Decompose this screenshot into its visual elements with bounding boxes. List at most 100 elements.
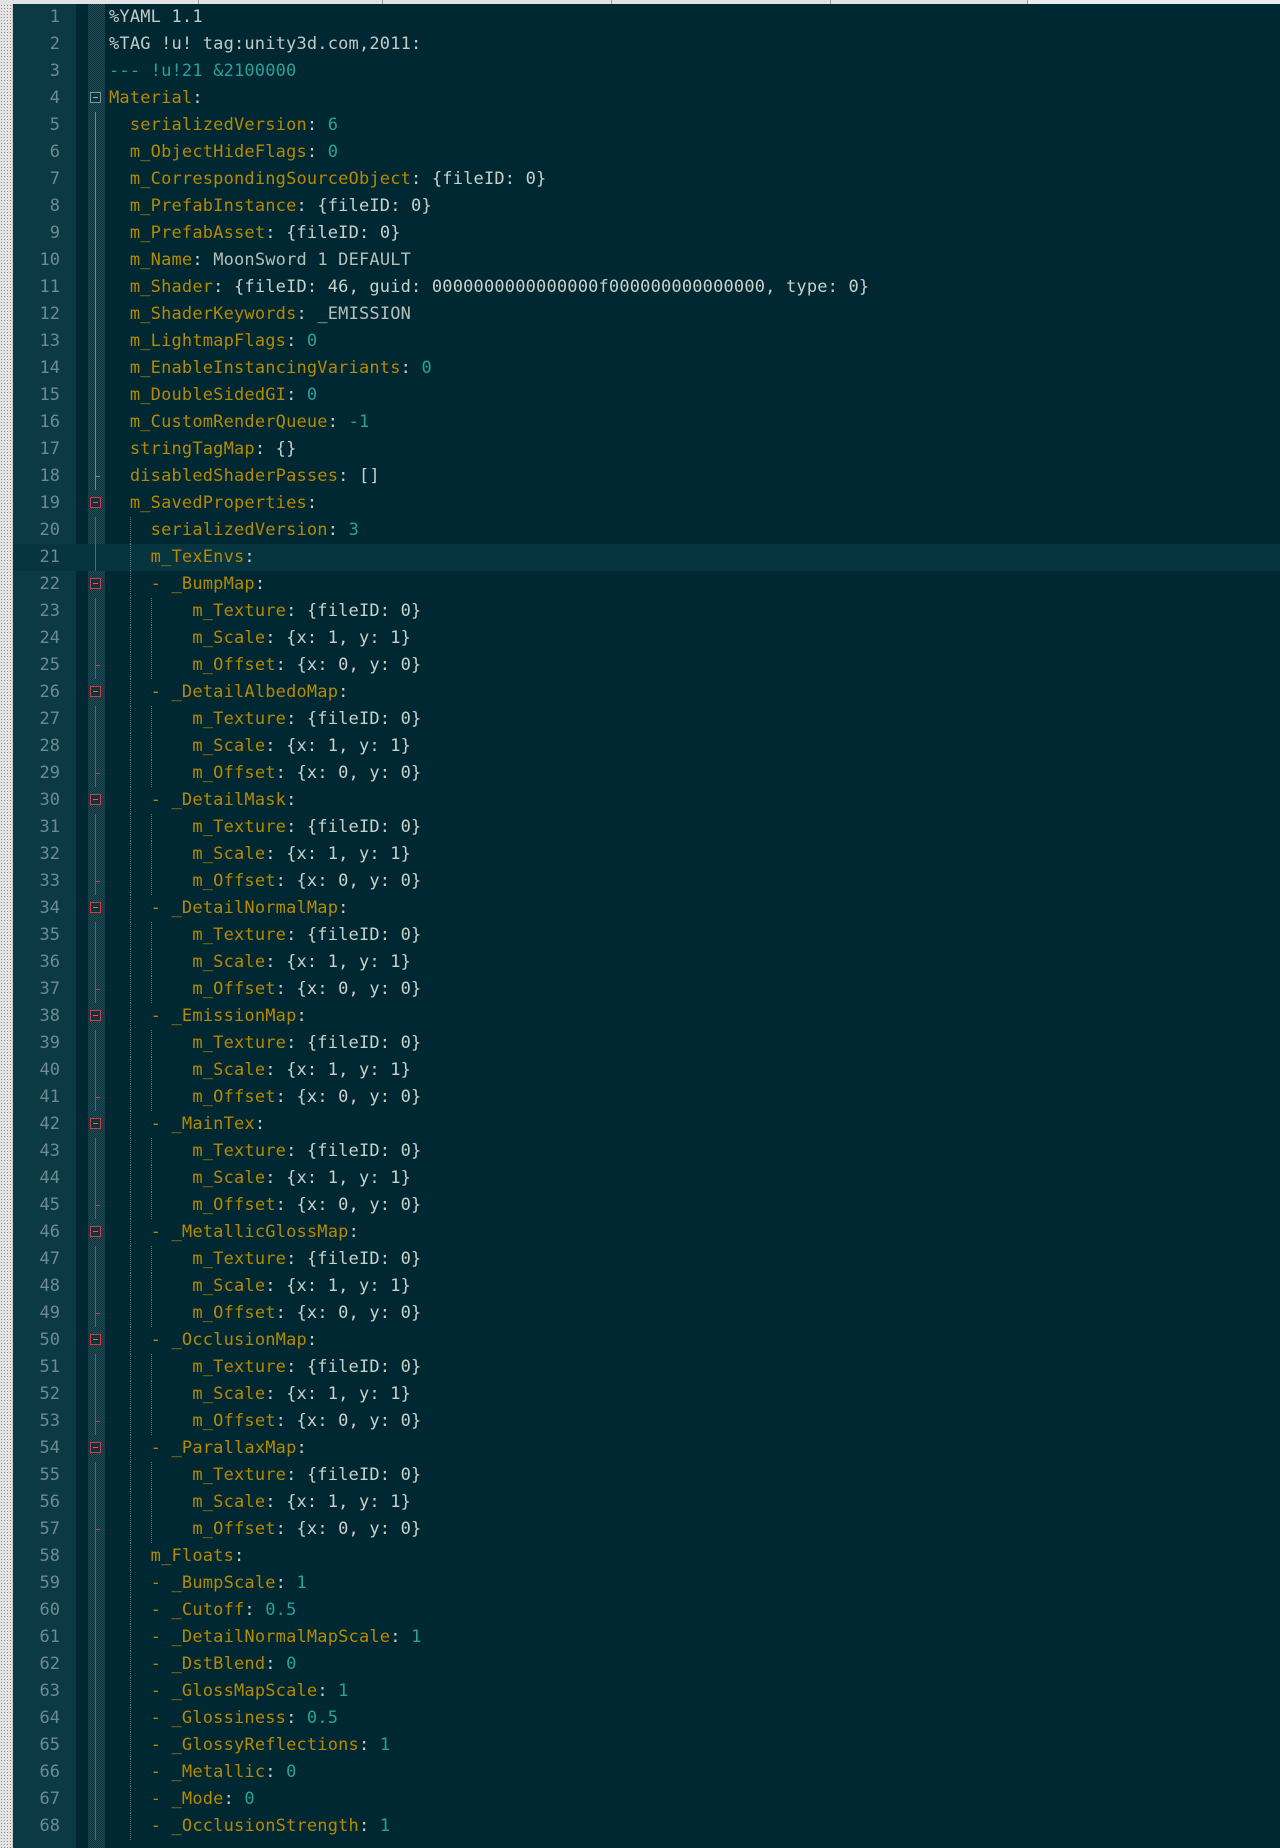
code-line[interactable]: 15 m_DoubleSidedGI: 0 bbox=[13, 382, 1280, 409]
code-line[interactable]: 4 Material: bbox=[13, 85, 1280, 112]
code-line[interactable]: 44 m_Scale: {x: 1, y: 1} bbox=[13, 1165, 1280, 1192]
code-line[interactable]: 59 - _BumpScale: 1 bbox=[13, 1570, 1280, 1597]
code-token: m_Scale bbox=[192, 736, 266, 756]
code-line[interactable]: 22 - _BumpMap: bbox=[13, 571, 1280, 598]
code-line[interactable]: 33 m_Offset: {x: 0, y: 0} bbox=[13, 868, 1280, 895]
code-text: - _OcclusionMap: bbox=[109, 1327, 317, 1354]
code-line[interactable]: 8 m_PrefabInstance: {fileID: 0} bbox=[13, 193, 1280, 220]
code-token: : {fileID: 0} bbox=[286, 1465, 422, 1485]
code-line[interactable]: 38 - _EmissionMap: bbox=[13, 1003, 1280, 1030]
code-line[interactable]: 5 serializedVersion: 6 bbox=[13, 112, 1280, 139]
code-line[interactable]: 30 - _DetailMask: bbox=[13, 787, 1280, 814]
code-token: m_Texture bbox=[192, 817, 287, 837]
fold-collapse-icon[interactable] bbox=[90, 1010, 101, 1021]
code-line[interactable]: 63 - _GlossMapScale: 1 bbox=[13, 1678, 1280, 1705]
code-line[interactable]: 46 - _MetallicGlossMap: bbox=[13, 1219, 1280, 1246]
code-token: m_Shader bbox=[129, 277, 214, 297]
code-line[interactable]: 50 - _OcclusionMap: bbox=[13, 1327, 1280, 1354]
code-line[interactable]: 27 m_Texture: {fileID: 0} bbox=[13, 706, 1280, 733]
code-line[interactable]: 64 - _Glossiness: 0.5 bbox=[13, 1705, 1280, 1732]
code-line[interactable]: 49 m_Offset: {x: 0, y: 0} bbox=[13, 1300, 1280, 1327]
code-line[interactable]: 65 - _GlossyReflections: 1 bbox=[13, 1732, 1280, 1759]
code-line[interactable]: 57 m_Offset: {x: 0, y: 0} bbox=[13, 1516, 1280, 1543]
code-line[interactable]: 45 m_Offset: {x: 0, y: 0} bbox=[13, 1192, 1280, 1219]
code-line[interactable]: 6 m_ObjectHideFlags: 0 bbox=[13, 139, 1280, 166]
code-line[interactable]: 25 m_Offset: {x: 0, y: 0} bbox=[13, 652, 1280, 679]
code-line[interactable]: 66 - _Metallic: 0 bbox=[13, 1759, 1280, 1786]
fold-collapse-icon[interactable] bbox=[90, 1118, 101, 1129]
code-line[interactable]: 42 - _MainTex: bbox=[13, 1111, 1280, 1138]
code-line[interactable]: 13 m_LightmapFlags: 0 bbox=[13, 328, 1280, 355]
code-line[interactable]: 7 m_CorrespondingSourceObject: {fileID: … bbox=[13, 166, 1280, 193]
code-line[interactable]: 51 m_Texture: {fileID: 0} bbox=[13, 1354, 1280, 1381]
code-line[interactable]: 62 - _DstBlend: 0 bbox=[13, 1651, 1280, 1678]
code-token: m_CustomRenderQueue bbox=[129, 412, 328, 432]
code-line[interactable]: 9 m_PrefabAsset: {fileID: 0} bbox=[13, 220, 1280, 247]
code-line[interactable]: 31 m_Texture: {fileID: 0} bbox=[13, 814, 1280, 841]
code-line[interactable]: 37 m_Offset: {x: 0, y: 0} bbox=[13, 976, 1280, 1003]
code-line[interactable]: 48 m_Scale: {x: 1, y: 1} bbox=[13, 1273, 1280, 1300]
code-line[interactable]: 12 m_ShaderKeywords: _EMISSION bbox=[13, 301, 1280, 328]
code-line[interactable]: 35 m_Texture: {fileID: 0} bbox=[13, 922, 1280, 949]
code-lines[interactable]: 1 %YAML 1.1 2 %TAG !u! tag:unity3d.com,2011… bbox=[13, 4, 1280, 1840]
code-line[interactable]: 3 --- !u!21 &2100000 bbox=[13, 58, 1280, 85]
code-line[interactable]: 58 m_Floats: bbox=[13, 1543, 1280, 1570]
code-token: : {fileID: 0} bbox=[286, 1357, 422, 1377]
fold-collapse-icon[interactable] bbox=[90, 578, 101, 589]
code-line[interactable]: 68 - _OcclusionStrength: 1 bbox=[13, 1813, 1280, 1840]
code-line[interactable]: 28 m_Scale: {x: 1, y: 1} bbox=[13, 733, 1280, 760]
fold-collapse-icon[interactable] bbox=[90, 1334, 101, 1345]
code-line[interactable]: 54 - _ParallaxMap: bbox=[13, 1435, 1280, 1462]
code-line[interactable]: 47 m_Texture: {fileID: 0} bbox=[13, 1246, 1280, 1273]
code-line[interactable]: 20 serializedVersion: 3 bbox=[13, 517, 1280, 544]
code-line[interactable]: 36 m_Scale: {x: 1, y: 1} bbox=[13, 949, 1280, 976]
code-text: m_Shader: {fileID: 46, guid: 00000000000… bbox=[109, 274, 869, 301]
line-number: 45 bbox=[39, 1195, 60, 1215]
code-line[interactable]: 43 m_Texture: {fileID: 0} bbox=[13, 1138, 1280, 1165]
code-text: - _GlossMapScale: 1 bbox=[109, 1678, 349, 1705]
code-line[interactable]: 32 m_Scale: {x: 1, y: 1} bbox=[13, 841, 1280, 868]
code-line[interactable]: 56 m_Scale: {x: 1, y: 1} bbox=[13, 1489, 1280, 1516]
code-line[interactable]: 14 m_EnableInstancingVariants: 0 bbox=[13, 355, 1280, 382]
code-line[interactable]: 26 - _DetailAlbedoMap: bbox=[13, 679, 1280, 706]
code-line[interactable]: 61 - _DetailNormalMapScale: 1 bbox=[13, 1624, 1280, 1651]
code-line[interactable]: 19 m_SavedProperties: bbox=[13, 490, 1280, 517]
fold-collapse-icon[interactable] bbox=[90, 1226, 101, 1237]
code-editor[interactable]: 1 %YAML 1.1 2 %TAG !u! tag:unity3d.com,2011… bbox=[13, 4, 1280, 1848]
code-line[interactable]: 24 m_Scale: {x: 1, y: 1} bbox=[13, 625, 1280, 652]
code-line[interactable]: 16 m_CustomRenderQueue: -1 bbox=[13, 409, 1280, 436]
code-line[interactable]: 23 m_Texture: {fileID: 0} bbox=[13, 598, 1280, 625]
code-line[interactable]: 2 %TAG !u! tag:unity3d.com,2011: bbox=[13, 31, 1280, 58]
code-line[interactable]: 40 m_Scale: {x: 1, y: 1} bbox=[13, 1057, 1280, 1084]
code-line[interactable]: 18 disabledShaderPasses: [] bbox=[13, 463, 1280, 490]
fold-collapse-icon[interactable] bbox=[90, 902, 101, 913]
code-line[interactable]: 60 - _Cutoff: 0.5 bbox=[13, 1597, 1280, 1624]
fold-end-tick bbox=[95, 773, 100, 774]
code-line[interactable]: 53 m_Offset: {x: 0, y: 0} bbox=[13, 1408, 1280, 1435]
line-number: 12 bbox=[39, 304, 60, 324]
code-line[interactable]: 10 m_Name: MoonSword 1 DEFAULT bbox=[13, 247, 1280, 274]
code-line[interactable]: 11 m_Shader: {fileID: 46, guid: 00000000… bbox=[13, 274, 1280, 301]
fold-collapse-icon[interactable] bbox=[90, 686, 101, 697]
fold-collapse-icon[interactable] bbox=[90, 794, 101, 805]
code-line[interactable]: 52 m_Scale: {x: 1, y: 1} bbox=[13, 1381, 1280, 1408]
fold-collapse-icon[interactable] bbox=[90, 1442, 101, 1453]
code-line[interactable]: 1 %YAML 1.1 bbox=[13, 4, 1280, 31]
code-line[interactable]: 29 m_Offset: {x: 0, y: 0} bbox=[13, 760, 1280, 787]
code-line[interactable]: 21 m_TexEnvs: bbox=[13, 544, 1280, 571]
code-token: : bbox=[296, 1006, 307, 1026]
code-line[interactable]: 67 - _Mode: 0 bbox=[13, 1786, 1280, 1813]
fold-collapse-icon[interactable] bbox=[90, 497, 101, 508]
code-line[interactable]: 55 m_Texture: {fileID: 0} bbox=[13, 1462, 1280, 1489]
code-text: - _Metallic: 0 bbox=[109, 1759, 297, 1786]
fold-line bbox=[95, 1138, 96, 1165]
code-line[interactable]: 34 - _DetailNormalMap: bbox=[13, 895, 1280, 922]
fold-collapse-icon[interactable] bbox=[90, 92, 101, 103]
code-line[interactable]: 17 stringTagMap: {} bbox=[13, 436, 1280, 463]
code-token: : bbox=[192, 88, 203, 108]
code-line[interactable]: 39 m_Texture: {fileID: 0} bbox=[13, 1030, 1280, 1057]
code-line[interactable]: 41 m_Offset: {x: 0, y: 0} bbox=[13, 1084, 1280, 1111]
